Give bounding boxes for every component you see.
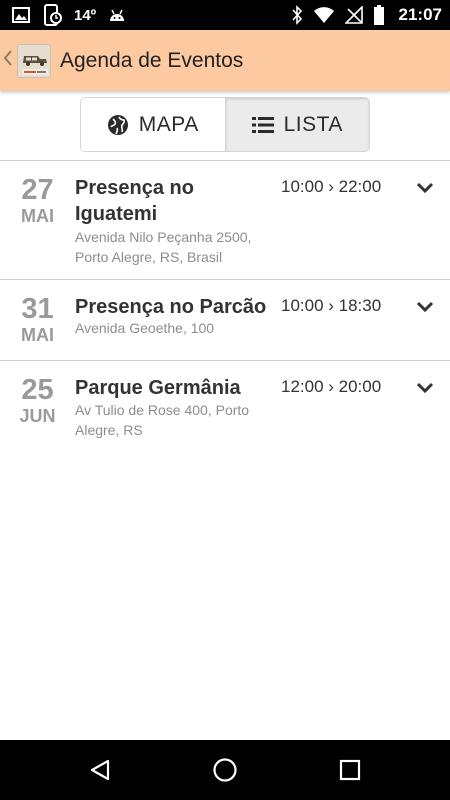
- event-item[interactable]: 25 JUN Parque Germânia Av Tulio de Rose …: [0, 361, 450, 461]
- event-item[interactable]: 31 MAI Presença no Parcão Avenida Geoeth…: [0, 280, 450, 360]
- map-view-button[interactable]: MAPA: [81, 98, 225, 151]
- back-triangle-icon[interactable]: [86, 756, 114, 784]
- event-title: Parque Germânia: [75, 377, 241, 399]
- wifi-icon: [313, 6, 335, 24]
- chevron-left-icon[interactable]: [3, 50, 15, 71]
- no-signal-icon: [344, 6, 363, 24]
- page-title: Agenda de Eventos: [60, 48, 244, 72]
- list-icon: [251, 116, 274, 134]
- event-day: 27: [21, 174, 54, 206]
- globe-icon: [107, 114, 129, 136]
- recents-square-icon[interactable]: [336, 756, 364, 784]
- event-title: Presença no Iguatemi: [75, 177, 194, 225]
- event-item[interactable]: 27 MAI Presença no Iguatemi Avenida Nilo…: [0, 161, 450, 279]
- android-icon: [108, 7, 126, 23]
- navigation-bar: [0, 740, 450, 800]
- screen: 14º 21:07 Agenda de Eventos MAPA LISTA 2…: [0, 0, 450, 800]
- picture-icon: [12, 7, 30, 23]
- event-date: 31 MAI: [0, 294, 75, 346]
- temperature-label: 14º: [74, 6, 97, 24]
- event-month: JUN: [19, 406, 56, 426]
- bluetooth-icon: [291, 5, 303, 25]
- event-month: MAI: [21, 325, 54, 345]
- event-day: 31: [21, 293, 54, 325]
- event-date: 25 JUN: [0, 375, 75, 427]
- list-view-button[interactable]: LISTA: [225, 98, 369, 151]
- app-logo[interactable]: [17, 43, 51, 78]
- event-time: 12:00 › 20:00: [281, 377, 382, 396]
- clock-label: 21:07: [398, 5, 442, 24]
- event-address: Avenida Nilo Peçanha 2500, Porto Alegre,…: [75, 229, 252, 265]
- phone-sync-icon: [42, 4, 62, 26]
- event-list: 27 MAI Presença no Iguatemi Avenida Nilo…: [0, 160, 450, 461]
- chevron-down-icon[interactable]: [416, 300, 434, 314]
- status-bar: 14º 21:07: [0, 0, 450, 30]
- event-title: Presença no Parcão: [75, 296, 267, 318]
- event-date: 27 MAI: [0, 175, 75, 227]
- event-month: MAI: [21, 206, 54, 226]
- map-view-label: MAPA: [138, 112, 199, 136]
- event-time: 10:00 › 18:30: [281, 296, 382, 315]
- list-view-label: LISTA: [283, 112, 343, 136]
- view-toggle: MAPA LISTA: [80, 97, 370, 152]
- event-address: Av Tulio de Rose 400, Porto Alegre, RS: [75, 402, 250, 438]
- home-circle-icon[interactable]: [211, 756, 239, 784]
- event-address: Avenida Geoethe, 100: [75, 320, 215, 336]
- event-time: 10:00 › 22:00: [281, 177, 382, 196]
- app-bar: Agenda de Eventos: [0, 30, 450, 91]
- event-day: 25: [21, 374, 54, 406]
- battery-icon: [373, 5, 385, 25]
- chevron-down-icon[interactable]: [416, 381, 434, 395]
- chevron-down-icon[interactable]: [416, 181, 434, 195]
